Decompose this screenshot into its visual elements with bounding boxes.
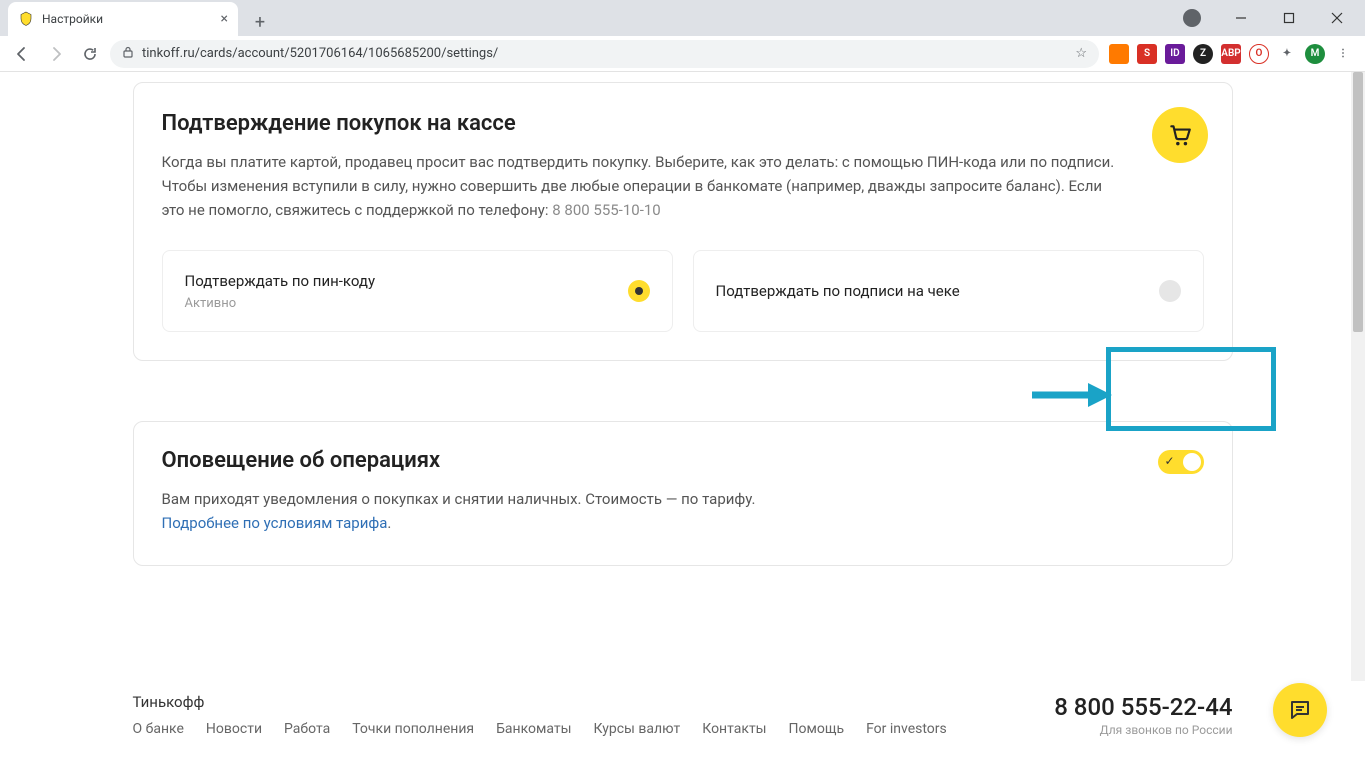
tab-title: Настройки [42,12,221,26]
footer-links: О банке Новости Работа Точки пополнения … [133,721,947,737]
forward-button[interactable] [42,40,70,68]
extension-icon[interactable] [1109,44,1129,64]
tab-strip: Настройки × + [0,0,1365,36]
favicon-icon [18,11,34,27]
footer-link[interactable]: Контакты [702,721,766,737]
card-title: Подтверждение покупок на кассе [162,111,1204,136]
link-text: Подробнее по условиям тарифа [162,514,388,532]
browser-toolbar: tinkoff.ru/cards/account/5201706164/1065… [0,36,1365,72]
footer-link[interactable]: For investors [866,721,947,737]
scrollbar-thumb[interactable] [1353,72,1363,332]
chat-icon [1288,698,1312,722]
extension-icons: S ID Z ABP O ✦ M ⋮ [1105,44,1357,64]
card-title: Оповещение об операциях [162,448,1204,473]
footer-brand: Тинькофф [133,693,947,711]
notifications-toggle[interactable]: ✓ [1158,450,1204,474]
browser-tab[interactable]: Настройки × [8,2,238,36]
chat-fab-button[interactable] [1273,683,1327,737]
check-icon: ✓ [1165,454,1175,468]
maximize-button[interactable] [1267,3,1311,33]
option-signature-label: Подтверждать по подписи на чеке [716,282,960,300]
option-pin-label: Подтверждать по пин-коду [185,272,376,290]
extension-icon[interactable]: S [1137,44,1157,64]
toggle-knob [1183,453,1201,471]
lock-icon [122,46,134,62]
footer: Тинькофф О банке Новости Работа Точки по… [0,681,1365,767]
bookmark-star-icon[interactable]: ☆ [1075,46,1087,61]
minimize-button[interactable] [1219,3,1263,33]
option-signature[interactable]: Подтверждать по подписи на чеке [693,250,1204,332]
footer-link[interactable]: Новости [206,721,262,737]
extension-icon[interactable]: Z [1193,44,1213,64]
reload-button[interactable] [76,40,104,68]
footer-link[interactable]: Курсы валют [594,721,681,737]
footer-link[interactable]: Помощь [789,721,845,737]
notifications-card: ✓ Оповещение об операциях Вам приходят у… [133,421,1233,566]
extensions-menu-icon[interactable]: ✦ [1277,44,1297,64]
cart-icon [1152,107,1208,163]
footer-link[interactable]: О банке [133,721,184,737]
option-pin[interactable]: Подтверждать по пин-коду Активно [162,250,673,332]
desc-text: Вам приходят уведомления о покупках и сн… [162,490,756,508]
card-description: Когда вы платите картой, продавец просит… [162,150,1122,222]
purchase-confirmation-card: Подтверждение покупок на кассе Когда вы … [133,82,1233,361]
footer-link[interactable]: Точки пополнения [352,721,474,737]
radio-unselected-icon[interactable] [1159,280,1181,302]
page-content: Подтверждение покупок на кассе Когда вы … [0,72,1365,767]
scrollbar-track[interactable] [1351,72,1365,767]
footer-phone-sub: Для звонков по России [1054,723,1232,737]
footer-phone: 8 800 555-22-44 [1054,693,1232,721]
notifications-toggle-wrap: ✓ [1152,444,1210,484]
radio-selected-icon[interactable] [628,280,650,302]
back-button[interactable] [8,40,36,68]
close-tab-icon[interactable]: × [221,11,228,27]
footer-link[interactable]: Банкоматы [496,721,571,737]
footer-link[interactable]: Работа [284,721,330,737]
address-bar[interactable]: tinkoff.ru/cards/account/5201706164/1065… [110,40,1099,68]
url-text: tinkoff.ru/cards/account/5201706164/1065… [142,46,498,61]
browser-menu-icon[interactable]: ⋮ [1333,44,1353,64]
extension-icon[interactable]: O [1249,44,1269,64]
profile-avatar-icon[interactable]: M [1305,44,1325,64]
account-icon[interactable] [1183,9,1201,27]
extension-icon[interactable]: ID [1165,44,1185,64]
tariff-link[interactable]: Подробнее по условиям тарифа [162,514,388,532]
support-phone: 8 800 555-10-10 [552,201,660,219]
window-controls [1183,0,1365,36]
card-description: Вам приходят уведомления о покупках и сн… [162,487,1122,535]
option-pin-status: Активно [185,296,376,311]
new-tab-button[interactable]: + [246,8,274,36]
close-window-button[interactable] [1315,3,1359,33]
extension-icon[interactable]: ABP [1221,44,1241,64]
